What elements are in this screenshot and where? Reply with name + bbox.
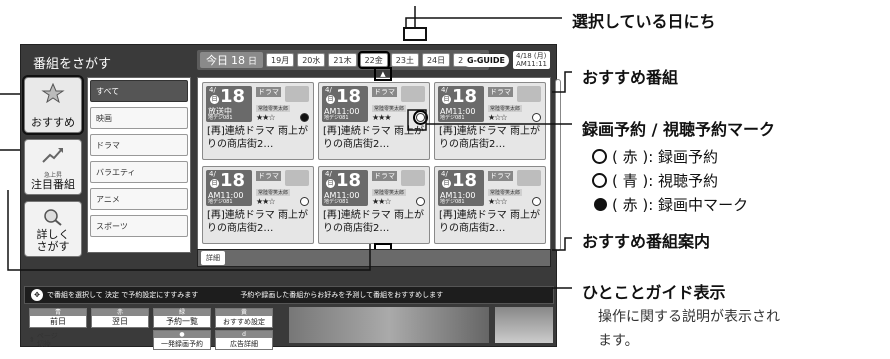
clock-red-icon [592,149,607,164]
dot-red-icon [594,198,607,211]
hint-description: ます。 [598,333,639,349]
legend-row: ( 赤 ): 録画中マーク [594,194,748,215]
legend-row: ( 赤 ): 録画予約 [592,146,718,167]
callout-reserve-mark: 録画予約 / 視聴予約マーク [582,120,775,139]
callout-selected-date: 選択している日にち [572,12,716,31]
callout-hint-display: ひとことガイド表示 [582,283,726,302]
clock-blue-icon [592,173,607,188]
callout-recommended: おすすめ番組 [582,68,679,87]
callout-guide-info: おすすめ番組案内 [582,232,711,251]
legend-row: ( 青 ): 視聴予約 [592,170,718,191]
hint-description: 操作に関する説明が表示され [598,309,780,325]
